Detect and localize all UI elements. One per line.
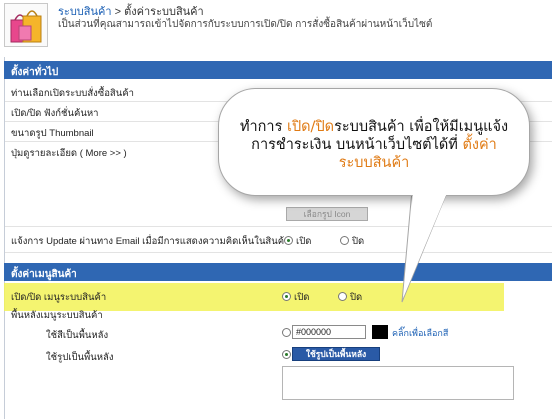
page-subtitle: เป็นส่วนที่คุณสามารถเข้าไปจัดการกับระบบก…	[58, 19, 433, 30]
option-label: เปิด	[294, 292, 310, 303]
setting-label: พื้นหลังเมนูระบบสินค้า	[11, 310, 103, 321]
setting-label: เปิด/ปิด เมนูระบบสินค้า	[11, 292, 107, 303]
setting-label: ท่านเลือกเปิดระบบสั่งซื้อสินค้า	[11, 88, 134, 99]
section-header-general: ตั้งค่าทั่วไป	[4, 61, 552, 79]
option-label: เปิด	[296, 236, 312, 247]
page-header: ระบบสินค้า > ตั้งค่าระบบสินค้า เป็นส่วนท…	[0, 0, 552, 52]
bg-color-label: ใช้สีเป็นพื้นหลัง	[46, 330, 109, 341]
email-update-open-option[interactable]: เปิด	[284, 234, 311, 249]
color-swatch[interactable]	[372, 325, 388, 339]
pick-color-link[interactable]: คลิ๊กเพื่อเลือกสี	[392, 326, 448, 340]
option-label: ปิด	[352, 236, 365, 247]
callout-text-part: ทำการ	[239, 119, 287, 135]
setting-label: ขนาดรูป Thumbnail	[11, 128, 94, 139]
bg-color-radio[interactable]	[282, 328, 291, 337]
shopping-bags-icon	[4, 3, 48, 47]
callout-line-1: ทำการ เปิด/ปิดระบบสินค้า เพื่อให้มีเมนูแ…	[218, 118, 530, 136]
setting-row-email-update: แจ้งการ Update ผ่านทาง Email เมื่อมีการแ…	[5, 227, 552, 253]
bg-image-label: ใช้รูปเป็นพื้นหลัง	[46, 352, 114, 363]
callout-text: ทำการ เปิด/ปิดระบบสินค้า เพื่อให้มีเมนูแ…	[218, 118, 530, 172]
bg-image-radio[interactable]	[282, 350, 291, 359]
menu-open-option[interactable]: เปิด	[282, 290, 309, 305]
radio-unselected-icon[interactable]	[340, 236, 349, 245]
callout-text-part: ระบบสินค้า เพื่อให้มีเมนูแจ้ง	[334, 119, 509, 135]
bg-color-input[interactable]: #000000	[292, 325, 366, 339]
setting-label: ปุ่มดูรายละเอียด ( More >> )	[11, 148, 127, 159]
callout-line-3: ระบบสินค้า	[338, 155, 410, 171]
email-update-close-option[interactable]: ปิด	[340, 234, 364, 249]
section-header-menu: ตั้งค่าเมนูสินค้า	[4, 263, 552, 281]
use-image-background-button[interactable]: ใช้รูปเป็นพื้นหลัง	[292, 347, 380, 361]
radio-unselected-icon[interactable]	[338, 292, 347, 301]
option-label: ปิด	[350, 292, 363, 303]
background-image-preview	[282, 366, 514, 400]
callout-line-2: การชำระเงิน บนหน้าเว็บไซต์ได้ที่ ตั้งค่า	[218, 136, 530, 154]
radio-selected-icon[interactable]	[282, 292, 291, 301]
radio-selected-icon[interactable]	[284, 236, 293, 245]
choose-icon-button[interactable]: เลือกรูป Icon	[286, 207, 368, 221]
setting-label: เปิด/ปิด ฟังก์ชั่นค้นหา	[11, 108, 99, 119]
callout-highlight: เปิด/ปิด	[286, 119, 335, 135]
callout-highlight: ตั้งค่า	[462, 137, 497, 153]
setting-row-menu-bg: พื้นหลังเมนูระบบสินค้า	[5, 308, 552, 321]
callout-text-part: การชำระเงิน บนหน้าเว็บไซต์ได้ที่	[251, 137, 463, 153]
menu-close-option[interactable]: ปิด	[338, 290, 362, 305]
setting-row-menu-toggle: เปิด/ปิด เมนูระบบสินค้า	[5, 286, 552, 308]
setting-label: แจ้งการ Update ผ่านทาง Email เมื่อมีการแ…	[11, 236, 290, 247]
